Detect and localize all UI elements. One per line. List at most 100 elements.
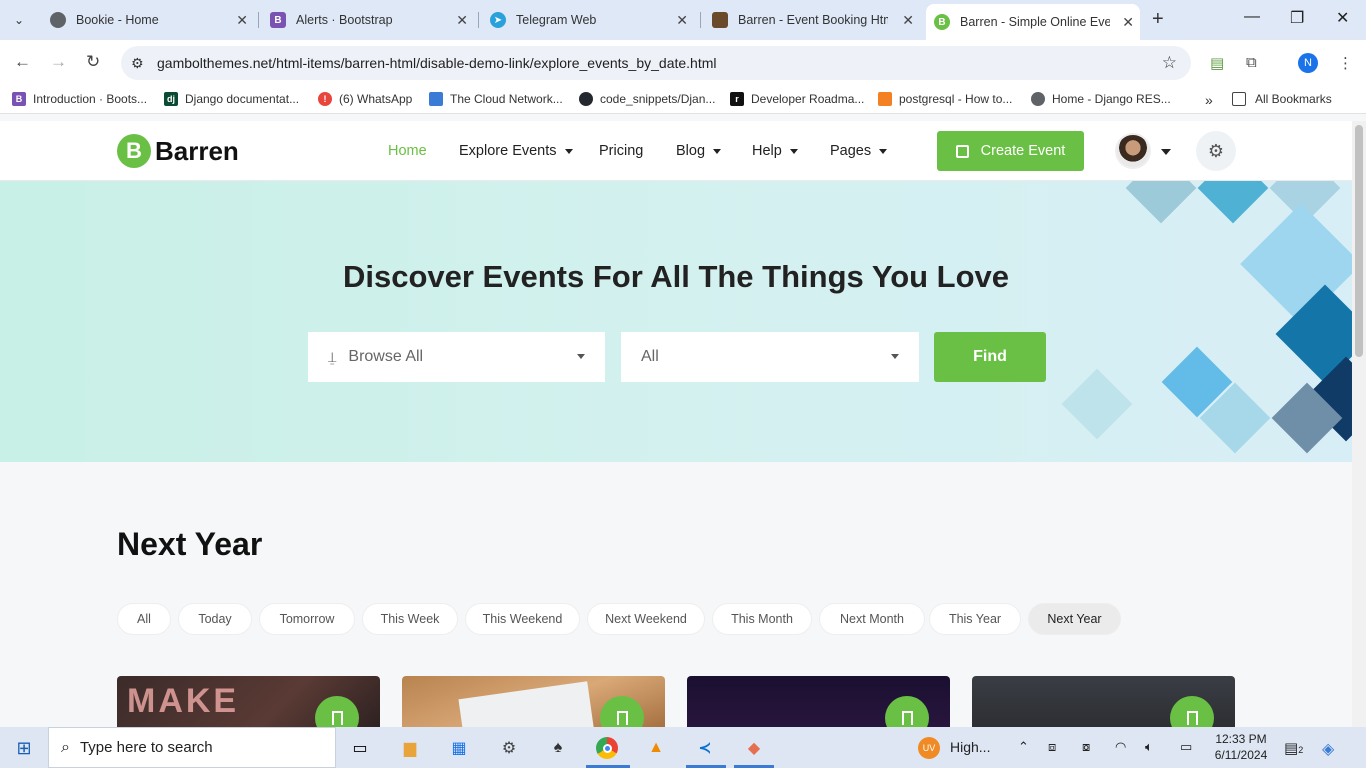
event-card[interactable] [972,676,1235,727]
task-view-icon[interactable]: ▭ [348,736,372,760]
user-avatar[interactable] [1115,133,1151,169]
nav-help[interactable]: Help [752,143,798,159]
nav-label: Pages [830,143,872,159]
chrome-icon[interactable] [595,736,619,760]
tab-close-icon[interactable]: ✕ [902,12,914,29]
bookmark-item[interactable]: r Developer Roadma... [730,92,864,106]
all-bookmarks[interactable]: All Bookmarks [1232,92,1332,106]
url-text[interactable]: gambolthemes.net/html-items/barren-html/… [157,55,717,71]
keyboard-layout-icon[interactable]: ▭ [1180,739,1192,755]
address-bar[interactable]: ⚙ gambolthemes.net/html-items/barren-htm… [121,46,1191,80]
bookmark-item[interactable]: postgresql - How to... [878,92,1012,106]
clock[interactable]: 12:33 PM 6/11/2024 [1210,731,1272,763]
filter-tomorrow[interactable]: Tomorrow [259,603,355,635]
bookmark-event-button[interactable] [315,696,359,727]
bookmark-item[interactable]: Home - Django RES... [1031,92,1171,106]
tab-close-icon[interactable]: ✕ [236,12,248,29]
minimize-icon[interactable]: — [1244,8,1260,26]
settings-gear-icon[interactable]: ⚙ [497,736,521,760]
bookmark-item[interactable]: dj Django documentat... [164,92,299,106]
browser-tab-active[interactable]: B Barren - Simple Online Event ✕ [926,4,1140,40]
close-window-icon[interactable]: ✕ [1336,8,1349,28]
restore-icon[interactable]: ❐ [1290,8,1304,28]
git-icon[interactable]: ◆ [742,736,766,760]
vlc-icon[interactable]: ▲ [644,736,668,760]
back-arrow-icon[interactable]: ← [14,52,31,72]
bookmarks-overflow-icon[interactable]: » [1205,92,1213,108]
wifi-icon[interactable]: ◠ [1115,739,1126,755]
create-event-label: Create Event [980,143,1066,159]
notification-icon[interactable]: ▤2 [1284,739,1303,757]
scrollbar-thumb[interactable] [1355,125,1363,357]
tab-close-icon[interactable]: ✕ [1122,14,1134,31]
create-event-button[interactable]: Create Event [937,131,1084,171]
solitaire-icon[interactable]: ♠ [546,736,570,760]
event-card[interactable] [402,676,665,727]
browser-tab[interactable]: Barren - Event Booking Html ✕ [704,6,920,34]
github-icon [579,92,593,106]
bookmark-item[interactable]: ! (6) WhatsApp [318,92,412,106]
tab-label: Alerts · Bootstrap [296,13,393,27]
nav-pricing[interactable]: Pricing [599,143,643,159]
tab-search-chevron-icon[interactable]: ⌄ [6,7,32,33]
nav-blog[interactable]: Blog [676,143,722,159]
bookmark-item[interactable]: code_snippets/Djan... [579,92,715,106]
profile-avatar[interactable]: N [1298,53,1318,73]
bookmark-item[interactable]: B Introduction · Boots... [12,92,147,106]
browser-tab[interactable]: ➤ Telegram Web ✕ [482,6,694,34]
nav-pages[interactable]: Pages [830,143,888,159]
event-type-select[interactable]: ⍊ Browse All [308,332,605,382]
event-card[interactable] [687,676,950,727]
vscode-icon[interactable]: ≺ [693,736,717,760]
windows-start-icon[interactable]: ⊞ [12,736,36,760]
tray-camera-icon[interactable]: ⧇ [1082,739,1090,755]
bookmark-item[interactable]: The Cloud Network... [429,92,563,106]
event-card[interactable]: MAKE [117,676,380,727]
bookmark-event-button[interactable] [600,696,644,727]
volume-icon[interactable]: 🔈︎ [1145,739,1153,755]
browser-tab[interactable]: Bookie - Home ✕ [42,6,254,34]
sheets-extension-icon[interactable]: ▤ [1210,54,1224,72]
forward-arrow-icon[interactable]: → [50,52,67,72]
browser-tab[interactable]: B Alerts · Bootstrap ✕ [262,6,474,34]
page-scrollbar[interactable] [1352,121,1366,727]
tray-chevron-up-icon[interactable]: ⌃ [1018,739,1029,755]
site-logo[interactable]: B Barren [117,134,239,168]
filter-today[interactable]: Today [178,603,252,635]
store-icon[interactable]: ▦ [447,736,471,760]
browser-toolbar: ← → ↻ ⚙ gambolthemes.net/html-items/barr… [0,40,1366,86]
extensions-puzzle-icon[interactable]: ⧉ [1246,54,1257,71]
filter-this-month[interactable]: This Month [712,603,812,635]
bookmark-star-icon[interactable]: ☆ [1162,53,1177,73]
tab-close-icon[interactable]: ✕ [456,12,468,29]
filter-next-weekend[interactable]: Next Weekend [587,603,705,635]
theme-toggle-gear-icon[interactable]: ⚙ [1196,131,1236,171]
filter-next-month[interactable]: Next Month [819,603,925,635]
filter-this-year[interactable]: This Year [929,603,1021,635]
find-button[interactable]: Find [934,332,1046,382]
reload-icon[interactable]: ↻ [86,52,100,72]
weather-uv-icon[interactable]: UV [918,737,940,759]
category-select[interactable]: All [621,332,919,382]
more-menu-icon[interactable]: ⋮ [1338,54,1353,72]
filter-this-week[interactable]: This Week [362,603,458,635]
new-tab-plus-icon[interactable]: + [1152,8,1164,31]
site-settings-icon[interactable]: ⚙ [131,55,151,72]
caret-down-icon[interactable] [1161,149,1171,155]
weather-text[interactable]: High... [950,739,990,755]
filter-all[interactable]: All [117,603,171,635]
copilot-icon[interactable]: ◈ [1322,739,1334,759]
filter-next-year[interactable]: Next Year [1028,603,1121,635]
bookmark-icon [616,711,628,725]
nav-home[interactable]: Home [388,143,427,159]
bookmark-event-button[interactable] [885,696,929,727]
nav-label: Blog [676,143,706,159]
tab-close-icon[interactable]: ✕ [676,12,688,29]
nav-explore-events[interactable]: Explore Events [459,143,573,159]
file-explorer-icon[interactable]: ▆ [398,736,422,760]
taskbar-search[interactable]: ⌕ Type here to search [48,727,336,768]
tray-app-icon[interactable]: ⧈ [1048,739,1056,755]
bookmark-label: Home - Django RES... [1052,92,1171,106]
bookmark-event-button[interactable] [1170,696,1214,727]
filter-this-weekend[interactable]: This Weekend [465,603,580,635]
